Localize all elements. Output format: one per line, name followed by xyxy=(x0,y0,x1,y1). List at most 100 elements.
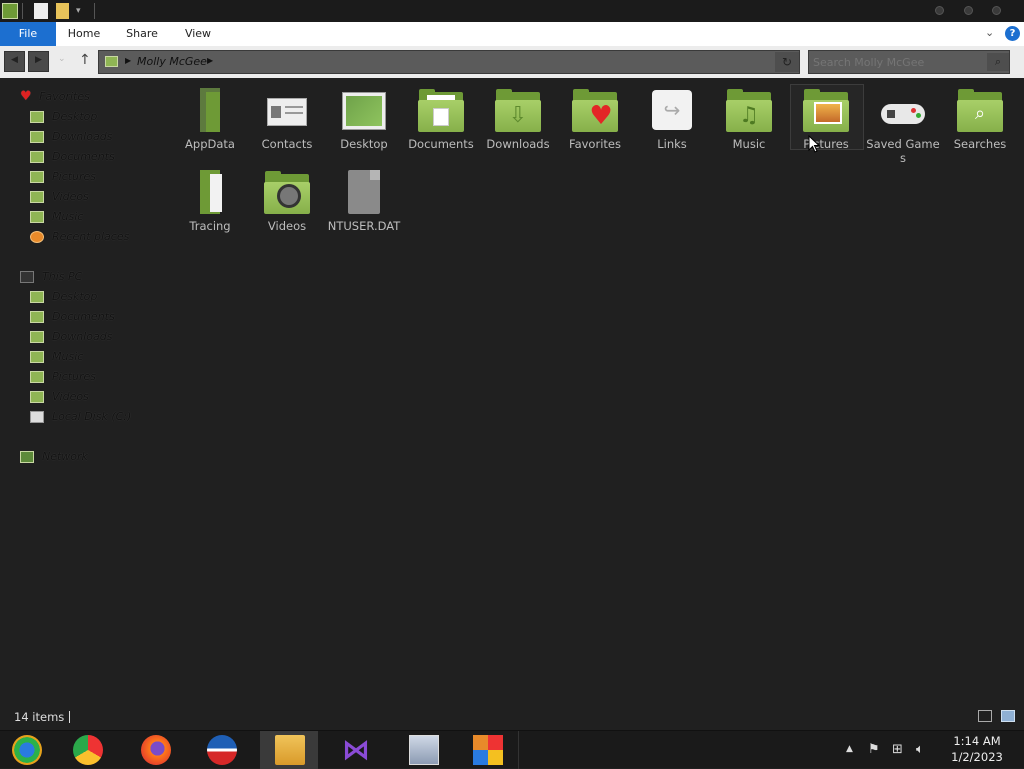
network-icon[interactable]: ⊞ xyxy=(892,742,903,757)
file-item-label: Tracing xyxy=(189,219,231,233)
maximize-button[interactable] xyxy=(964,6,973,15)
nav-item-videos[interactable]: Videos xyxy=(30,188,89,206)
nav-network-label: Network xyxy=(42,450,88,463)
separator xyxy=(518,731,519,769)
recent-locations-icon[interactable]: ⌄ xyxy=(58,54,66,64)
file-item-favorites[interactable]: ♥ Favorites xyxy=(557,88,633,151)
volume-icon[interactable]: 🔈︎ xyxy=(916,742,924,757)
nav-item-music[interactable]: Music xyxy=(30,208,83,226)
nav-item-downloads[interactable]: Downloads xyxy=(30,328,112,346)
nav-item-desktop[interactable]: Desktop xyxy=(30,288,97,306)
taskbar-file-explorer[interactable] xyxy=(260,731,318,769)
clock[interactable]: 1:14 AM 1/2/2023 xyxy=(944,733,1010,765)
downloads-folder-icon: ⇩ xyxy=(494,88,542,134)
nav-item-videos[interactable]: Videos xyxy=(30,388,89,406)
file-item-music[interactable]: ♫ Music xyxy=(711,88,787,151)
details-view-icon[interactable] xyxy=(978,710,992,722)
file-item-ntuser-dat[interactable]: NTUSER.DAT xyxy=(326,170,402,233)
taskbar-app[interactable] xyxy=(458,731,516,769)
properties-icon[interactable] xyxy=(34,3,48,19)
taskbar-visual-studio[interactable]: ⋈ xyxy=(326,731,384,769)
file-item-appdata[interactable]: AppData xyxy=(172,88,248,151)
nav-item-pictures[interactable]: Pictures xyxy=(30,368,96,386)
file-item-pictures[interactable]: Pictures xyxy=(788,88,864,151)
nav-item-documents[interactable]: Documents xyxy=(30,148,115,166)
app-folder-icon[interactable] xyxy=(2,3,18,19)
forward-button[interactable]: ▶ xyxy=(28,51,49,72)
file-item-videos[interactable]: Videos xyxy=(249,170,325,233)
search-input[interactable] xyxy=(813,54,983,70)
file-item-documents[interactable]: Documents xyxy=(403,88,479,151)
new-folder-icon[interactable] xyxy=(56,3,69,19)
file-item-label: Downloads xyxy=(486,137,550,151)
nav-item-downloads[interactable]: Downloads xyxy=(30,128,112,146)
nav-item-label: Recent places xyxy=(52,230,130,243)
music-icon xyxy=(30,351,44,363)
gamepad-icon xyxy=(879,88,927,134)
file-explorer-window: ▾ File Home Share View ⌄ ? ◀ ▶ ⌄ ↑ ▶ Mol… xyxy=(0,0,1024,730)
documents-icon xyxy=(30,311,44,323)
nav-this-pc[interactable]: This PC xyxy=(20,268,82,286)
downloads-icon xyxy=(30,131,44,143)
searches-folder-icon: ⌕ xyxy=(956,88,1004,134)
file-item-tracing[interactable]: Tracing xyxy=(172,170,248,233)
file-item-searches[interactable]: ⌕ Searches xyxy=(942,88,1018,151)
drive-icon xyxy=(30,411,44,423)
nav-favorites[interactable]: ♥ Favorites xyxy=(20,88,90,106)
file-item-downloads[interactable]: ⇩ Downloads xyxy=(480,88,556,151)
start-icon xyxy=(12,735,42,765)
taskbar-obama[interactable] xyxy=(192,731,250,769)
back-button[interactable]: ◀ xyxy=(4,51,25,72)
forward-arrow-icon: ▶ xyxy=(35,55,42,65)
file-icon xyxy=(340,170,388,216)
close-button[interactable] xyxy=(992,6,1001,15)
desktop-icon xyxy=(30,111,44,123)
nav-item-documents[interactable]: Documents xyxy=(30,308,115,326)
tab-share[interactable]: Share xyxy=(120,22,164,46)
tab-home[interactable]: Home xyxy=(62,22,106,46)
nav-item-desktop[interactable]: Desktop xyxy=(30,108,97,126)
show-hidden-icons-icon[interactable]: ▲ xyxy=(846,744,853,754)
minimize-button[interactable] xyxy=(935,6,944,15)
heart-icon: ♥ xyxy=(20,89,32,104)
start-button[interactable] xyxy=(0,731,58,769)
flag-icon[interactable]: ⚑ xyxy=(868,742,880,757)
tab-view[interactable]: View xyxy=(178,22,218,46)
ribbon-expand-icon[interactable]: ⌄ xyxy=(985,26,994,39)
address-bar[interactable]: ▶ Molly McGee ▶ ↻ xyxy=(98,50,800,74)
tracing-folder-icon xyxy=(186,170,234,216)
large-icons-view-icon[interactable] xyxy=(1001,710,1015,722)
pictures-icon xyxy=(30,171,44,183)
nav-network[interactable]: Network xyxy=(20,448,88,466)
mouse-cursor-icon xyxy=(808,135,820,153)
taskbar-chrome[interactable] xyxy=(58,731,116,769)
refresh-icon[interactable]: ↻ xyxy=(775,52,799,72)
nav-item-music[interactable]: Music xyxy=(30,348,83,366)
visual-studio-icon: ⋈ xyxy=(342,733,370,766)
documents-icon xyxy=(30,151,44,163)
breadcrumb-arrow-icon[interactable]: ▶ xyxy=(207,56,213,65)
file-item-contacts[interactable]: Contacts xyxy=(249,88,325,151)
nav-item-label: Local Disk (C:) xyxy=(52,410,132,423)
taskbar-firefox[interactable] xyxy=(126,731,184,769)
up-arrow-icon[interactable]: ↑ xyxy=(79,52,91,68)
nav-item-pictures[interactable]: Pictures xyxy=(30,168,96,186)
clock-date: 1/2/2023 xyxy=(951,750,1003,764)
chevron-down-icon[interactable]: ▾ xyxy=(76,3,86,19)
file-item-links[interactable]: ↪ Links xyxy=(634,88,710,151)
navigation-pane: ♥ Favorites Desktop Downloads Documents … xyxy=(0,78,150,698)
search-icon[interactable]: ⌕ xyxy=(987,53,1009,71)
breadcrumb[interactable]: Molly McGee xyxy=(137,55,207,68)
file-item-saved-games[interactable]: Saved Games xyxy=(865,88,941,165)
breadcrumb-arrow-icon[interactable]: ▶ xyxy=(125,56,131,65)
file-item-label: AppData xyxy=(185,137,235,151)
app-icon xyxy=(473,735,503,765)
pictures-icon xyxy=(30,371,44,383)
tab-file[interactable]: File xyxy=(0,22,56,46)
file-item-desktop[interactable]: Desktop xyxy=(326,88,402,151)
help-icon[interactable]: ? xyxy=(1005,26,1020,41)
taskbar-image-viewer[interactable] xyxy=(394,731,452,769)
nav-item-local-disk[interactable]: Local Disk (C:) xyxy=(30,408,131,426)
recent-places-icon xyxy=(30,231,44,243)
nav-item-recent-places[interactable]: Recent places xyxy=(30,228,129,246)
